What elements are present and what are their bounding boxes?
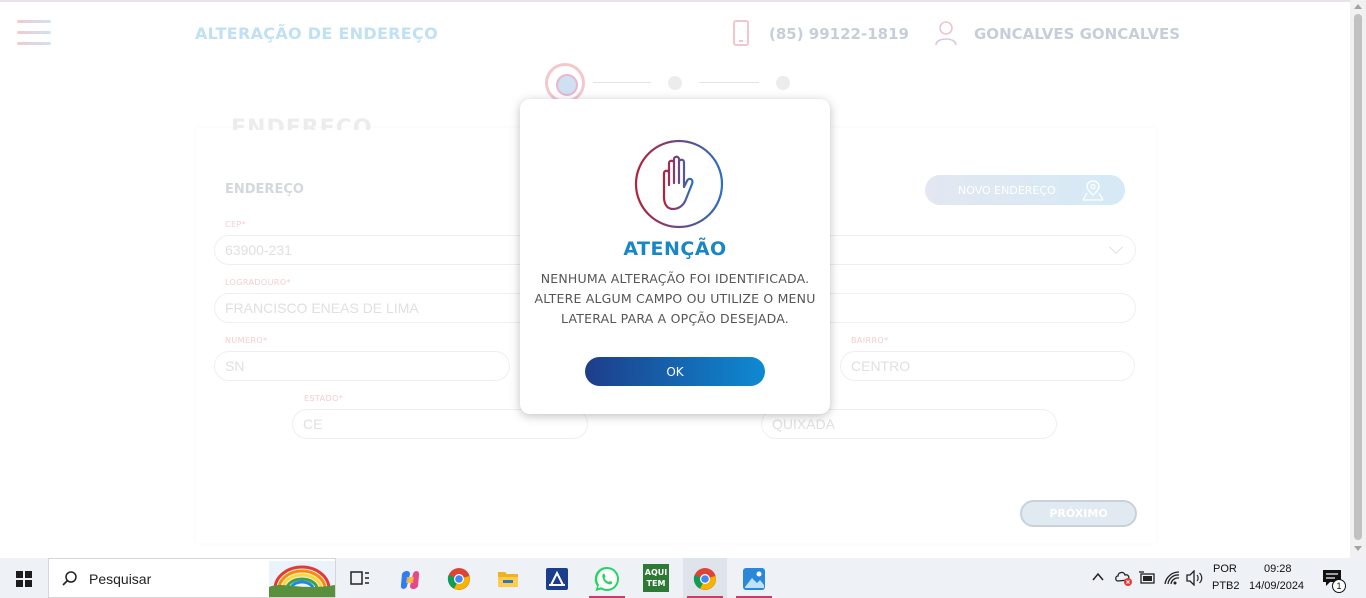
step-3-indicator — [776, 76, 790, 90]
copilot-button[interactable] — [388, 562, 432, 598]
copilot-icon — [400, 571, 420, 589]
scroll-down-icon[interactable] — [1354, 546, 1362, 551]
windows-logo-icon — [16, 571, 32, 587]
wifi-icon[interactable] — [1163, 570, 1181, 586]
whatsapp-button[interactable] — [585, 562, 629, 598]
numero-label: NUMERO* — [225, 336, 268, 345]
app-icon — [546, 568, 568, 590]
chrome-icon — [693, 568, 716, 590]
rainbow-search-highlight-icon — [269, 561, 335, 597]
notification-badge: 1 — [1332, 579, 1346, 593]
chrome-icon — [447, 568, 470, 590]
user-icon — [935, 21, 957, 46]
file-explorer-button[interactable] — [486, 562, 530, 598]
modal-title: ATENÇÃO — [623, 238, 727, 260]
start-button[interactable] — [0, 558, 48, 598]
keyboard-layout[interactable]: PTB2 — [1212, 580, 1240, 592]
user-name: GONCALVES GONCALVES — [974, 25, 1180, 43]
step-2-indicator — [668, 76, 682, 90]
chevron-up-icon[interactable] — [1092, 572, 1104, 582]
whatsapp-icon — [594, 566, 619, 592]
numero-input[interactable]: SN — [214, 351, 510, 381]
aqui-tem-icon: AQUI TEM — [643, 564, 669, 592]
section-title: ENDEREÇO — [225, 182, 304, 197]
photos-button[interactable] — [732, 562, 776, 598]
next-button[interactable]: PRÓXIMO — [1020, 500, 1137, 527]
estado-label: ESTADO* — [304, 394, 344, 403]
step-1-indicator — [545, 63, 585, 103]
page-title: ALTERAÇÃO DE ENDEREÇO — [195, 24, 438, 43]
ok-button[interactable]: OK — [585, 357, 765, 386]
chrome-button[interactable] — [437, 562, 481, 598]
taskbar: Pesquisar AQUI TEM POR PTB2 09:28 14/09/… — [0, 558, 1366, 598]
aqui-tem-label: AQUI — [644, 568, 668, 577]
step-connector — [699, 82, 759, 83]
clock-date[interactable]: 14/09/2024 — [1249, 580, 1304, 592]
task-view-icon — [350, 571, 369, 585]
step-connector — [593, 82, 651, 83]
bairro-input[interactable]: CENTRO — [840, 351, 1135, 381]
language-indicator[interactable]: POR — [1213, 563, 1237, 575]
map-pin-icon — [1082, 180, 1104, 201]
search-icon — [62, 571, 77, 586]
modal-message: NENHUMA ALTERAÇÃO FOI IDENTIFICADA. ALTE… — [520, 269, 830, 329]
task-view-button[interactable] — [338, 562, 382, 598]
cloud-sync-icon[interactable] — [1114, 569, 1134, 587]
aqui-tem-button[interactable]: AQUI TEM — [634, 562, 678, 598]
aqui-tem-label: TEM — [646, 579, 666, 588]
form-heading: ENDEREÇO — [231, 116, 373, 130]
folder-icon — [498, 572, 518, 587]
attention-modal: ATENÇÃO NENHUMA ALTERAÇÃO FOI IDENTIFICA… — [520, 99, 830, 414]
photos-icon — [743, 568, 765, 590]
modal-message-line: LATERAL PARA A OPÇÃO DESEJADA. — [561, 311, 789, 326]
app-window: ALTERAÇÃO DE ENDEREÇO (85) 99122-1819 GO… — [0, 0, 1350, 558]
cep-label: CEP* — [225, 220, 247, 229]
phone-icon — [733, 20, 749, 46]
modal-message-line: NENHUMA ALTERAÇÃO FOI IDENTIFICADA. — [540, 271, 810, 286]
volume-icon[interactable] — [1186, 570, 1204, 586]
stop-hand-icon — [634, 139, 724, 229]
taskbar-search-box[interactable]: Pesquisar — [48, 558, 336, 598]
chrome-active-button[interactable] — [683, 558, 727, 598]
phone-number: (85) 99122-1819 — [769, 25, 909, 43]
progress-stepper — [545, 63, 795, 103]
scroll-up-icon[interactable] — [1354, 4, 1362, 9]
modal-message-line: ALTERE ALGUM CAMPO OU UTILIZE O MENU — [534, 291, 816, 306]
logradouro-label: LOGRADOURO* — [225, 278, 291, 287]
bairro-label: BAIRRO* — [851, 336, 889, 345]
blue-app-button[interactable] — [535, 562, 579, 598]
battery-icon[interactable] — [1138, 570, 1156, 586]
vertical-scrollbar[interactable] — [1350, 0, 1366, 558]
search-placeholder: Pesquisar — [89, 571, 152, 587]
hamburger-menu-icon[interactable] — [17, 20, 51, 50]
scrollbar-thumb[interactable] — [1354, 14, 1362, 540]
clock-time[interactable]: 09:28 — [1264, 563, 1292, 575]
